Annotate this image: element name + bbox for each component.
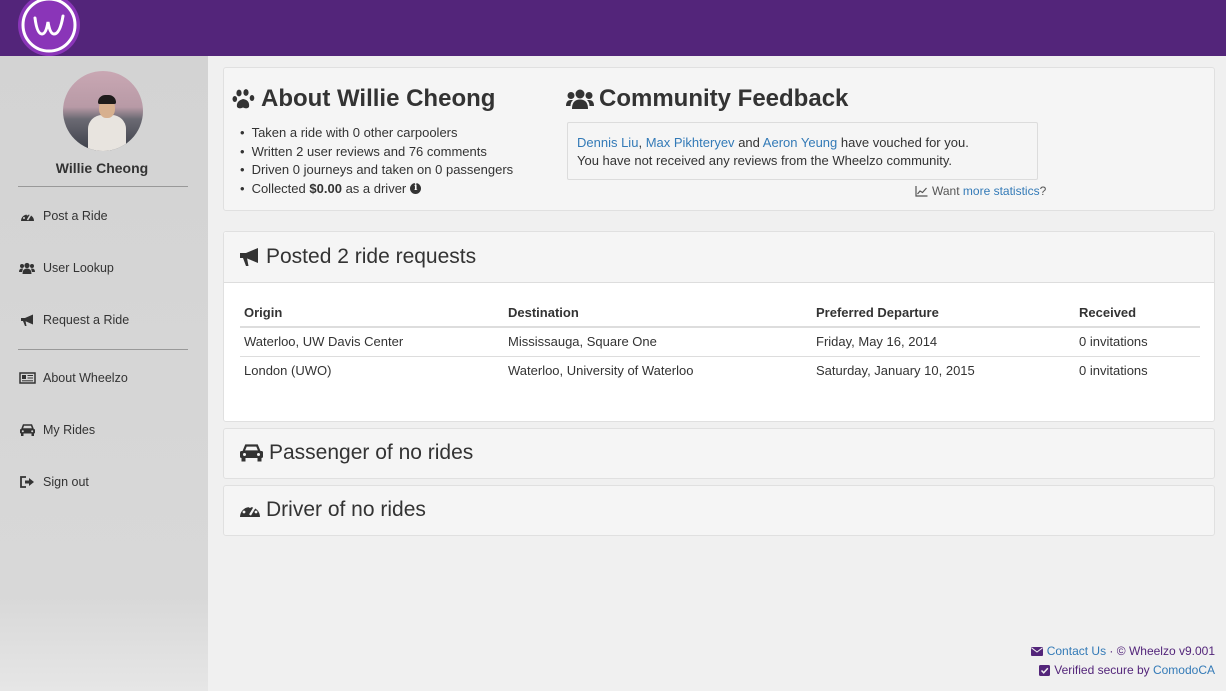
- voucher-link[interactable]: Dennis Liu: [577, 135, 638, 150]
- about-stats-list: Taken a ride with 0 other carpoolers Wri…: [240, 124, 514, 199]
- car-icon: [239, 444, 264, 462]
- sidebar-divider: [18, 349, 188, 350]
- avatar[interactable]: [63, 71, 143, 151]
- sidebar-item-label: Request a Ride: [43, 313, 130, 327]
- users-icon: [566, 89, 594, 109]
- column-header-destination: Destination: [504, 298, 812, 328]
- cell-departure: Saturday, January 10, 2015: [816, 363, 975, 379]
- about-stat: Driven 0 journeys and taken on 0 passeng…: [240, 161, 514, 180]
- sidebar: Willie Cheong Post a Ride User Lookup Re…: [0, 56, 208, 691]
- wheelzo-logo[interactable]: [18, 0, 80, 56]
- sidebar-item-label: About Wheelzo: [43, 371, 128, 385]
- feedback-box: Dennis Liu, Max Pikhteryev and Aeron Yeu…: [567, 122, 1038, 180]
- more-statistics-line: Want more statistics?: [915, 184, 1046, 198]
- sidebar-item-label: Post a Ride: [43, 209, 108, 223]
- sidebar-item-request-a-ride[interactable]: Request a Ride: [18, 310, 129, 330]
- reviews-line: You have not received any reviews from t…: [577, 153, 953, 168]
- users-icon: [18, 261, 36, 275]
- feedback-title-text: Community Feedback: [599, 85, 849, 112]
- column-header-received: Received: [1075, 298, 1200, 328]
- comodo-link[interactable]: ComodoCA: [1153, 663, 1215, 677]
- footer-verified-line: Verified secure by ComodoCA: [1039, 663, 1215, 677]
- cell-departure: Friday, May 16, 2014: [812, 327, 1075, 357]
- table-header-row: Origin Destination Preferred Departure R…: [240, 298, 1200, 328]
- passenger-title: Passenger of no rides: [239, 441, 473, 465]
- column-header-preferred-departure: Preferred Departure: [812, 298, 1075, 328]
- sidebar-divider: [18, 186, 188, 187]
- cell-received: 0 invitations: [1075, 327, 1200, 357]
- table-row[interactable]: London (UWO) Waterloo, University of Wat…: [240, 356, 1200, 385]
- cell-origin: London (UWO): [244, 363, 332, 379]
- ride-requests-table: Origin Destination Preferred Departure R…: [240, 298, 1200, 385]
- envelope-icon: [1030, 646, 1043, 656]
- sidebar-item-about-wheelzo[interactable]: About Wheelzo: [18, 368, 128, 388]
- about-stat-collected: Collected $0.00 as a driver i: [240, 180, 513, 199]
- cell-destination: Mississauga, Square One: [504, 327, 812, 357]
- sidebar-item-my-rides[interactable]: My Rides: [18, 420, 95, 440]
- column-header-origin: Origin: [240, 298, 504, 328]
- bullhorn-icon: [18, 313, 36, 327]
- cell-destination: Waterloo, University of Waterloo: [508, 363, 694, 379]
- table-row[interactable]: Waterloo, UW Davis Center Mississauga, S…: [240, 327, 1200, 357]
- bullhorn-icon: [239, 247, 261, 267]
- dashboard-icon: [18, 209, 36, 223]
- paw-icon: [232, 88, 256, 110]
- sidebar-item-label: My Rides: [43, 423, 96, 437]
- sidebar-item-user-lookup[interactable]: User Lookup: [18, 258, 114, 278]
- vouch-line: Dennis Liu, Max Pikhteryev and Aeron Yeu…: [577, 135, 969, 150]
- info-icon[interactable]: i: [410, 183, 422, 195]
- sign-out-icon: [18, 475, 36, 489]
- collected-amount: $0.00: [309, 180, 342, 196]
- driver-title: Driver of no rides: [239, 498, 426, 522]
- copyright: © Wheelzo v9.001: [1116, 644, 1215, 658]
- sidebar-item-sign-out[interactable]: Sign out: [18, 472, 89, 492]
- check-square-icon: [1039, 664, 1051, 676]
- voucher-link[interactable]: Max Pikhteryev: [646, 135, 735, 150]
- top-navbar: [0, 0, 1226, 56]
- sidebar-item-post-a-ride[interactable]: Post a Ride: [18, 206, 108, 226]
- feedback-title: Community Feedback: [566, 85, 848, 113]
- about-title: About Willie Cheong: [232, 85, 495, 113]
- user-name: Willie Cheong: [55, 160, 149, 176]
- about-stat: Taken a ride with 0 other carpoolers: [240, 124, 513, 143]
- car-icon: [18, 423, 36, 437]
- about-title-text: About Willie Cheong: [261, 85, 496, 112]
- more-statistics-link[interactable]: more statistics: [963, 184, 1040, 198]
- cell-received: 0 invitations: [1079, 363, 1148, 379]
- cell-origin: Waterloo, UW Davis Center: [240, 327, 504, 357]
- footer-contact-line: Contact Us · © Wheelzo v9.001: [1030, 644, 1215, 658]
- newspaper-icon: [18, 371, 36, 385]
- ride-requests-title: Posted 2 ride requests: [239, 245, 476, 269]
- line-chart-icon: [915, 185, 928, 197]
- voucher-link[interactable]: Aeron Yeung: [763, 135, 837, 150]
- dashboard-icon: [239, 501, 261, 519]
- about-stat: Written 2 user reviews and 76 comments: [240, 143, 513, 162]
- contact-us-link[interactable]: Contact Us: [1047, 644, 1106, 658]
- sidebar-item-label: Sign out: [43, 475, 89, 489]
- sidebar-item-label: User Lookup: [43, 261, 114, 275]
